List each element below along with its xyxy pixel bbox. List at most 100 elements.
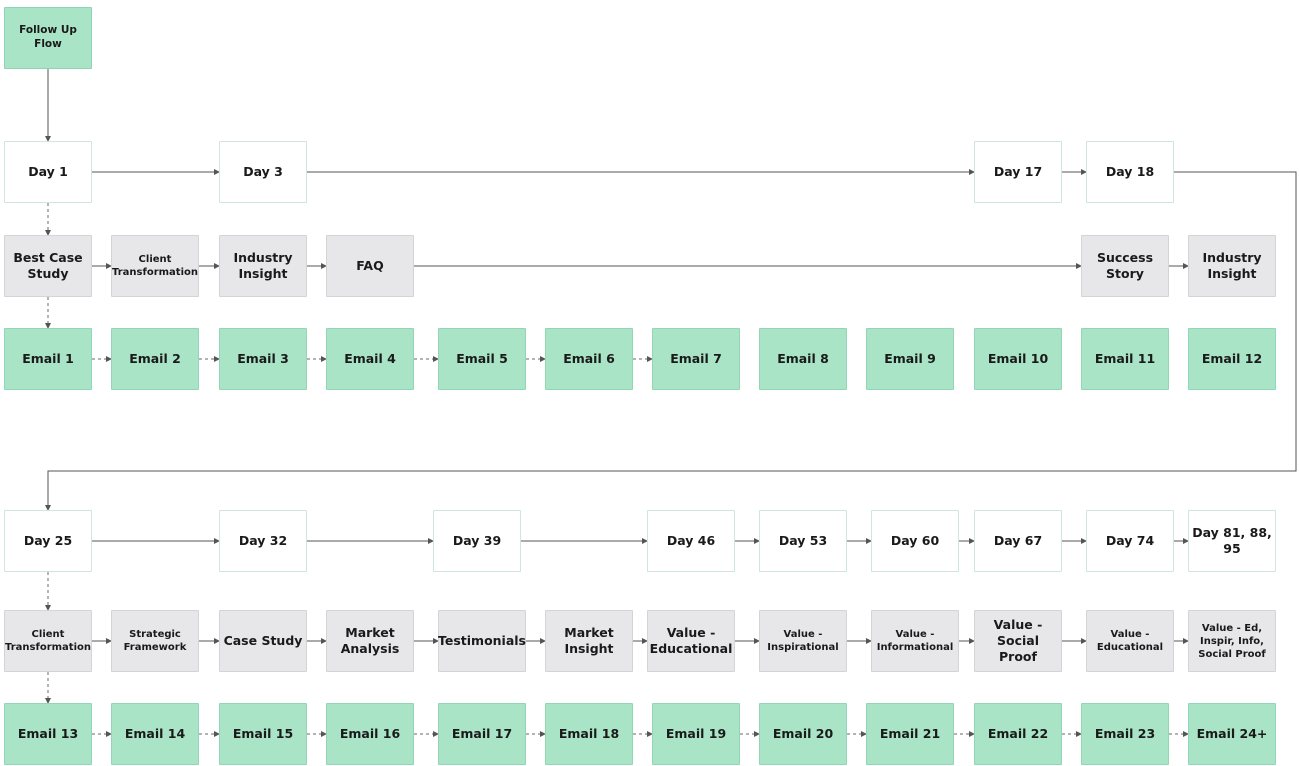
email-label: Email 4 (344, 350, 396, 366)
day-label: Day 39 (452, 532, 502, 548)
email-node: Email 13 (4, 703, 92, 765)
email-label: Email 20 (772, 725, 834, 741)
topic-label: Market Analysis (340, 624, 400, 656)
topic-label: Value - Social Proof (993, 616, 1043, 665)
topic-label: Market Insight (564, 624, 614, 656)
day-label: Day 74 (1105, 532, 1155, 548)
email-node: Email 16 (326, 703, 414, 765)
topic-label: Industry Insight (1202, 249, 1262, 281)
email-node: Email 10 (974, 328, 1062, 390)
email-node: Email 18 (545, 703, 633, 765)
follow-up-flow-diagram: Follow Up Flow Day 1 Day 3 Day 17 Day 18… (0, 0, 1299, 766)
email-node: Email 1 (4, 328, 92, 390)
email-node: Email 15 (219, 703, 307, 765)
email-node: Email 4 (326, 328, 414, 390)
topic-node: Case Study (219, 610, 307, 672)
topic-node: Client Transformation (111, 235, 199, 297)
topic-label: Strategic Framework (123, 629, 187, 653)
email-label: Email 5 (456, 350, 508, 366)
email-node: Email 6 (545, 328, 633, 390)
topic-label: Case Study (223, 632, 303, 648)
topic-node: Industry Insight (219, 235, 307, 297)
email-label: Email 8 (777, 350, 829, 366)
topic-label: Success Story (1096, 249, 1154, 281)
email-label: Email 16 (339, 725, 401, 741)
topic-node: Value - Ed, Inspir, Info, Social Proof (1188, 610, 1276, 672)
email-label: Email 9 (884, 350, 936, 366)
topic-node: FAQ (326, 235, 414, 297)
start-label: Follow Up Flow (19, 24, 77, 50)
day-label: Day 3 (243, 163, 283, 179)
topic-label: FAQ (356, 257, 384, 273)
topic-label: Client Transformation (112, 254, 198, 278)
day-node: Day 67 (974, 510, 1062, 572)
day-label: Day 18 (1105, 163, 1155, 179)
day-label: Day 25 (23, 532, 73, 548)
email-label: Email 23 (1094, 725, 1156, 741)
email-node: Email 23 (1081, 703, 1169, 765)
topic-node: Strategic Framework (111, 610, 199, 672)
day-node: Day 53 (759, 510, 847, 572)
topic-label: Client Transformation (5, 629, 91, 653)
email-label: Email 7 (670, 350, 722, 366)
topic-node: Success Story (1081, 235, 1169, 297)
topic-label: Value - Educational (649, 624, 733, 656)
day-label: Day 46 (666, 532, 716, 548)
email-node: Email 5 (438, 328, 526, 390)
email-label: Email 10 (987, 350, 1049, 366)
email-label: Email 3 (237, 350, 289, 366)
email-label: Email 19 (665, 725, 727, 741)
topic-node: Value - Educational (1086, 610, 1174, 672)
topic-label: Testimonials (438, 632, 527, 648)
day-label: Day 17 (993, 163, 1043, 179)
email-label: Email 12 (1201, 350, 1263, 366)
day-node: Day 46 (647, 510, 735, 572)
topic-node: Value - Informational (871, 610, 959, 672)
day-node: Day 32 (219, 510, 307, 572)
email-label: Email 13 (17, 725, 79, 741)
email-node: Email 14 (111, 703, 199, 765)
topic-label: Industry Insight (233, 249, 293, 281)
email-label: Email 21 (879, 725, 941, 741)
topic-label: Value - Informational (876, 629, 954, 653)
topic-node: Value - Inspirational (759, 610, 847, 672)
email-node: Email 21 (866, 703, 954, 765)
day-node: Day 25 (4, 510, 92, 572)
email-node: Email 17 (438, 703, 526, 765)
topic-node: Industry Insight (1188, 235, 1276, 297)
day-label: Day 67 (993, 532, 1043, 548)
email-label: Email 2 (129, 350, 181, 366)
day-node: Day 3 (219, 141, 307, 203)
day-label: Day 81, 88, 95 (1192, 524, 1272, 556)
email-label: Email 15 (232, 725, 294, 741)
email-node: Email 8 (759, 328, 847, 390)
topic-label: Value - Educational (1096, 629, 1164, 653)
email-label: Email 22 (987, 725, 1049, 741)
day-node: Day 60 (871, 510, 959, 572)
day-label: Day 53 (778, 532, 828, 548)
day-node: Day 81, 88, 95 (1188, 510, 1276, 572)
email-node: Email 12 (1188, 328, 1276, 390)
topic-node: Value - Social Proof (974, 610, 1062, 672)
topic-node: Best Case Study (4, 235, 92, 297)
email-label: Email 18 (558, 725, 620, 741)
email-node: Email 24+ (1188, 703, 1276, 765)
day-label: Day 60 (890, 532, 940, 548)
email-node: Email 19 (652, 703, 740, 765)
email-node: Email 7 (652, 328, 740, 390)
day-node: Day 1 (4, 141, 92, 203)
email-node: Email 11 (1081, 328, 1169, 390)
topic-node: Testimonials (438, 610, 526, 672)
topic-label: Best Case Study (13, 249, 83, 281)
email-node: Email 3 (219, 328, 307, 390)
email-label: Email 14 (124, 725, 186, 741)
email-node: Email 2 (111, 328, 199, 390)
topic-node: Market Insight (545, 610, 633, 672)
email-label: Email 24+ (1196, 725, 1268, 741)
day-label: Day 1 (28, 163, 68, 179)
topic-node: Market Analysis (326, 610, 414, 672)
day-node: Day 74 (1086, 510, 1174, 572)
email-node: Email 9 (866, 328, 954, 390)
email-label: Email 11 (1094, 350, 1156, 366)
email-node: Email 20 (759, 703, 847, 765)
